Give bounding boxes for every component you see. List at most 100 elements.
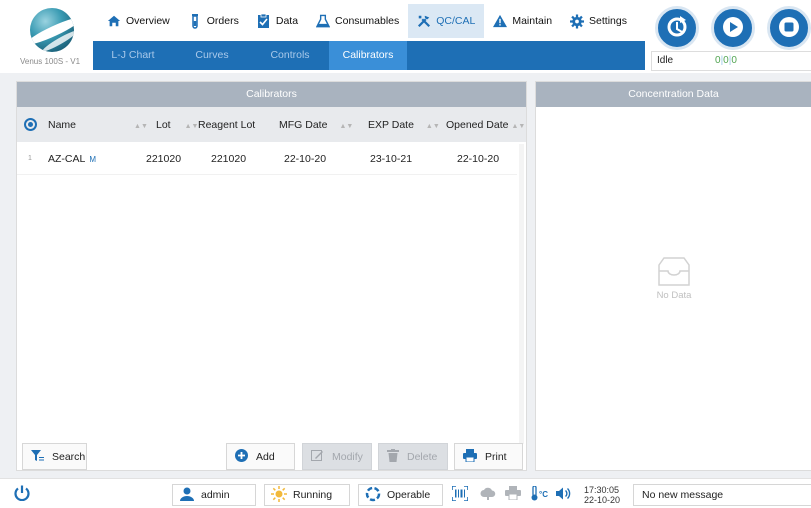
start-button[interactable] [711, 6, 755, 50]
app-version: Venus 100S - V1 [20, 57, 81, 66]
nav-consumables[interactable]: Consumables [307, 4, 408, 38]
col-lot[interactable]: Lot ▲▼ [156, 119, 198, 131]
app-logo [30, 8, 74, 52]
play-icon [722, 16, 744, 41]
reload-button[interactable] [655, 6, 699, 50]
cloud-icon[interactable] [480, 486, 496, 503]
nav-orders[interactable]: Orders [179, 4, 248, 38]
tab-lj-chart[interactable]: L-J Chart [93, 41, 173, 70]
power-icon [14, 485, 30, 504]
table-scrollbar[interactable] [519, 144, 524, 444]
user-name: admin [201, 489, 230, 501]
nav-settings-label: Settings [589, 15, 627, 27]
run-state-button[interactable]: Running [264, 484, 350, 506]
cell-mfg-date: 22-10-20 [284, 153, 327, 165]
status-counters: 0|0|0 [715, 55, 737, 66]
row-index: 1 [28, 155, 32, 162]
col-exp-date[interactable]: EXP Date ▲▼ [368, 119, 440, 131]
empty-box-icon [654, 257, 694, 290]
sub-nav: L-J Chart Curves Controls Calibrators [93, 41, 645, 70]
home-icon [107, 14, 121, 28]
nav-qc-cal-label: QC/CAL [436, 15, 476, 27]
col-reagent-lot[interactable]: Reagent Lot [198, 119, 255, 131]
nav-overview[interactable]: Overview [98, 4, 179, 38]
calibrators-title: Calibrators [17, 82, 526, 107]
nav-consumables-label: Consumables [335, 15, 400, 27]
tab-calibrators[interactable]: Calibrators [329, 41, 407, 70]
svg-text:°C: °C [539, 490, 548, 499]
cell-lot: 221020 [146, 153, 182, 165]
nav-data-label: Data [275, 15, 299, 27]
lifebuoy-icon [365, 486, 381, 505]
cell-name: AZ-CAL M [48, 153, 97, 165]
modify-button[interactable]: Modify [302, 443, 372, 470]
delete-label: Delete [407, 450, 438, 463]
clock-date: 22-10-20 [584, 495, 621, 505]
concentration-title: Concentration Data [536, 82, 811, 107]
cell-reagent-lot: 221020 [211, 153, 247, 165]
search-button[interactable]: Search [22, 443, 87, 470]
modify-label: Modify [332, 450, 363, 463]
nav-maintain-label: Maintain [512, 15, 553, 27]
stop-button[interactable] [767, 6, 811, 50]
content-area: Calibrators Name ▲▼ Lot ▲▼ Reagent Lot MFG… [0, 73, 811, 478]
tab-curves[interactable]: Curves [173, 41, 251, 70]
select-all-radio[interactable] [24, 118, 37, 131]
search-label: Search [52, 450, 86, 463]
plus-circle-icon [235, 448, 248, 465]
col-name[interactable]: Name ▲▼ [48, 119, 148, 131]
instrument-status: Idle 0|0|0 [651, 51, 811, 71]
nav-maintain[interactable]: Maintain [484, 4, 561, 38]
operable-button[interactable]: Operable [358, 484, 443, 506]
nav-overview-label: Overview [126, 15, 170, 27]
add-label: Add [256, 450, 275, 463]
operable-label: Operable [387, 489, 431, 501]
volume-icon[interactable] [556, 486, 574, 504]
edit-icon [311, 449, 324, 465]
add-button[interactable]: Add [226, 443, 295, 470]
counter-3: 0 [731, 55, 737, 66]
print-label: Print [485, 450, 507, 463]
test-tube-icon [188, 13, 202, 29]
status-bar: admin Running Operable °C 17:30:05 22-10… [0, 478, 811, 508]
print-button[interactable]: Print [454, 443, 523, 470]
user-icon [179, 487, 195, 504]
nav-qc-cal[interactable]: QC/CAL [408, 4, 485, 38]
warning-icon [493, 14, 508, 28]
action-bar: Search Add Modify Delete Print [17, 443, 526, 471]
printer-status-icon[interactable] [505, 486, 521, 503]
table-row[interactable]: 1 AZ-CAL M 221020 221020 22-10-20 23-10-2… [17, 142, 517, 175]
table-header: Name ▲▼ Lot ▲▼ Reagent Lot MFG Date ▲▼ EXP … [17, 107, 526, 142]
main-nav: Overview Orders Data Consumables QC/CAL [98, 4, 636, 38]
user-button[interactable]: admin [172, 484, 256, 506]
barcode-icon[interactable] [451, 485, 469, 504]
col-opened-date[interactable]: Opened Date ▲▼ [446, 119, 525, 131]
printer-icon [463, 448, 477, 465]
nav-orders-label: Orders [206, 15, 239, 27]
nav-settings[interactable]: Settings [561, 4, 636, 38]
flask-icon [316, 14, 331, 28]
trash-icon [387, 448, 399, 465]
empty-state: No Data [650, 257, 698, 301]
delete-button[interactable]: Delete [378, 443, 448, 470]
tools-icon [417, 14, 431, 28]
temperature-icon[interactable]: °C [531, 485, 549, 504]
tab-controls[interactable]: Controls [251, 41, 329, 70]
clipboard-icon [257, 13, 271, 28]
no-data-text: No Data [656, 290, 692, 301]
col-mfg-date[interactable]: MFG Date ▲▼ [279, 119, 353, 131]
sun-icon [271, 485, 287, 505]
instrument-state: Idle [657, 55, 674, 66]
nav-data[interactable]: Data [248, 4, 307, 38]
filter-icon [31, 449, 44, 465]
clock-time: 17:30:05 [584, 485, 620, 495]
cell-exp-date: 23-10-21 [370, 153, 413, 165]
refresh-icon [666, 15, 688, 41]
gear-icon [570, 14, 585, 28]
calibrators-panel: Calibrators Name ▲▼ Lot ▲▼ Reagent Lot MFG… [16, 81, 527, 471]
stop-icon [778, 16, 800, 41]
message-box[interactable]: No new message [633, 484, 811, 506]
clock: 17:30:05 22-10-20 [584, 485, 620, 505]
power-button[interactable] [14, 485, 30, 504]
concentration-panel: Concentration Data No Data [535, 81, 811, 471]
